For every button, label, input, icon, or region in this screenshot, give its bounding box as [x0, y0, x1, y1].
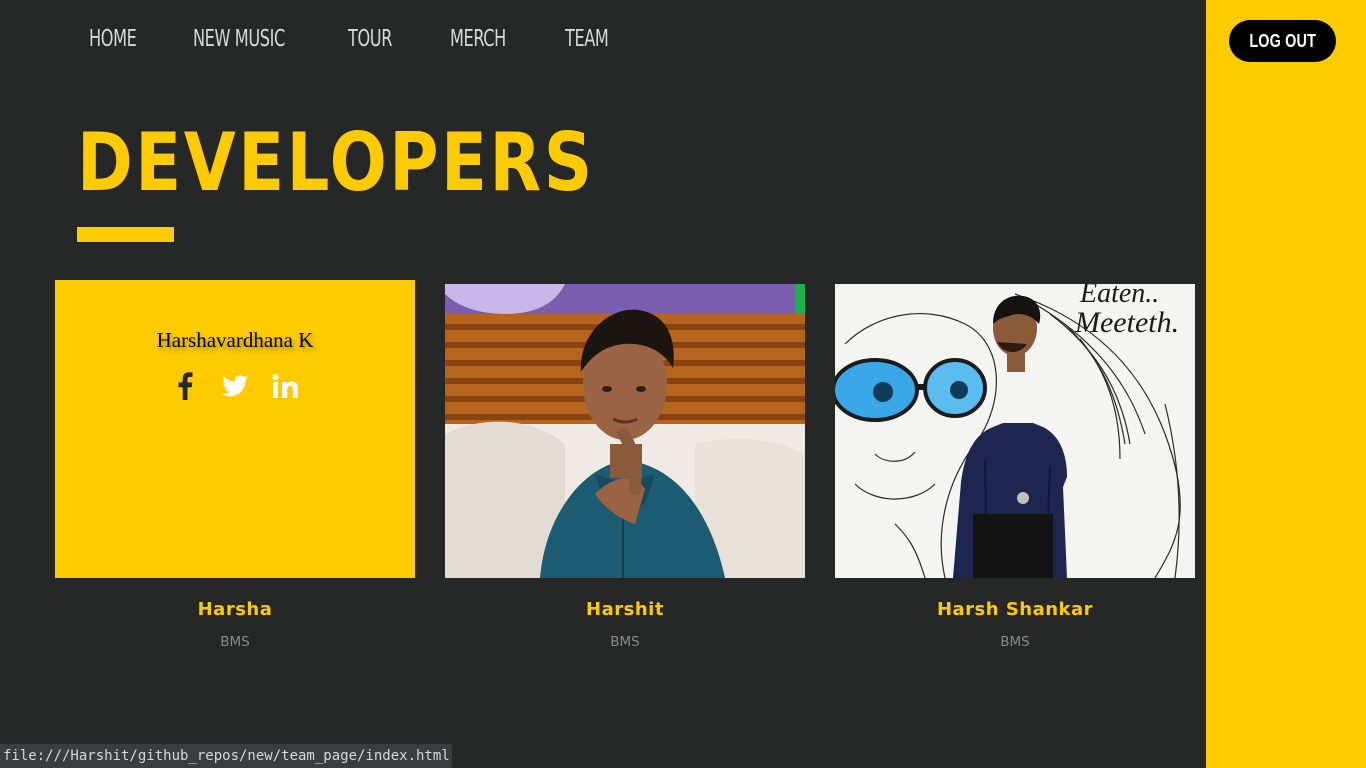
right-sidebar: [1206, 0, 1366, 768]
nav-home[interactable]: HOME: [89, 26, 137, 52]
status-bar-url: file:///Harshit/github_repos/new/team_pa…: [0, 744, 452, 768]
harshit-photo: [445, 284, 805, 578]
developer-org-harsha: BMS: [220, 634, 250, 650]
card-full-name: Harshavardhana K: [156, 328, 314, 352]
developer-org-harshit: BMS: [610, 634, 640, 650]
linkedin-icon[interactable]: [271, 372, 299, 400]
title-underline: [77, 227, 174, 242]
developer-name-harshit: Harshit: [586, 599, 664, 620]
facebook-icon[interactable]: [171, 372, 199, 400]
social-links: [55, 372, 415, 400]
logout-button[interactable]: LOG OUT: [1229, 20, 1336, 62]
developer-name-harsh-shankar: Harsh Shankar: [936, 599, 1094, 620]
developer-name-harsha: Harsha: [197, 599, 273, 620]
developer-photo-harshit[interactable]: [445, 284, 805, 578]
page-title: DEVELOPERS: [77, 116, 595, 209]
logout-label: LOG OUT: [1249, 30, 1316, 51]
nav-merch[interactable]: MERCH: [450, 26, 506, 52]
developer-org-harsh-shankar: BMS: [1000, 634, 1030, 650]
developer-card-harsha[interactable]: Harshavardhana K: [55, 280, 415, 578]
twitter-icon[interactable]: [221, 372, 249, 400]
nav-team[interactable]: TEAM: [565, 26, 609, 52]
nav-new-music[interactable]: NEW MUSIC: [193, 26, 285, 52]
harsh-shankar-photo: Eaten.. Meeteth.: [835, 284, 1195, 578]
nav-tour[interactable]: TOUR: [348, 26, 392, 52]
svg-text:Meeteth.: Meeteth.: [1074, 306, 1179, 339]
developer-photo-harsh-shankar[interactable]: Eaten.. Meeteth.: [835, 284, 1195, 578]
main-panel: HOME NEW MUSIC TOUR MERCH TEAM DEVELOPER…: [0, 0, 1206, 768]
